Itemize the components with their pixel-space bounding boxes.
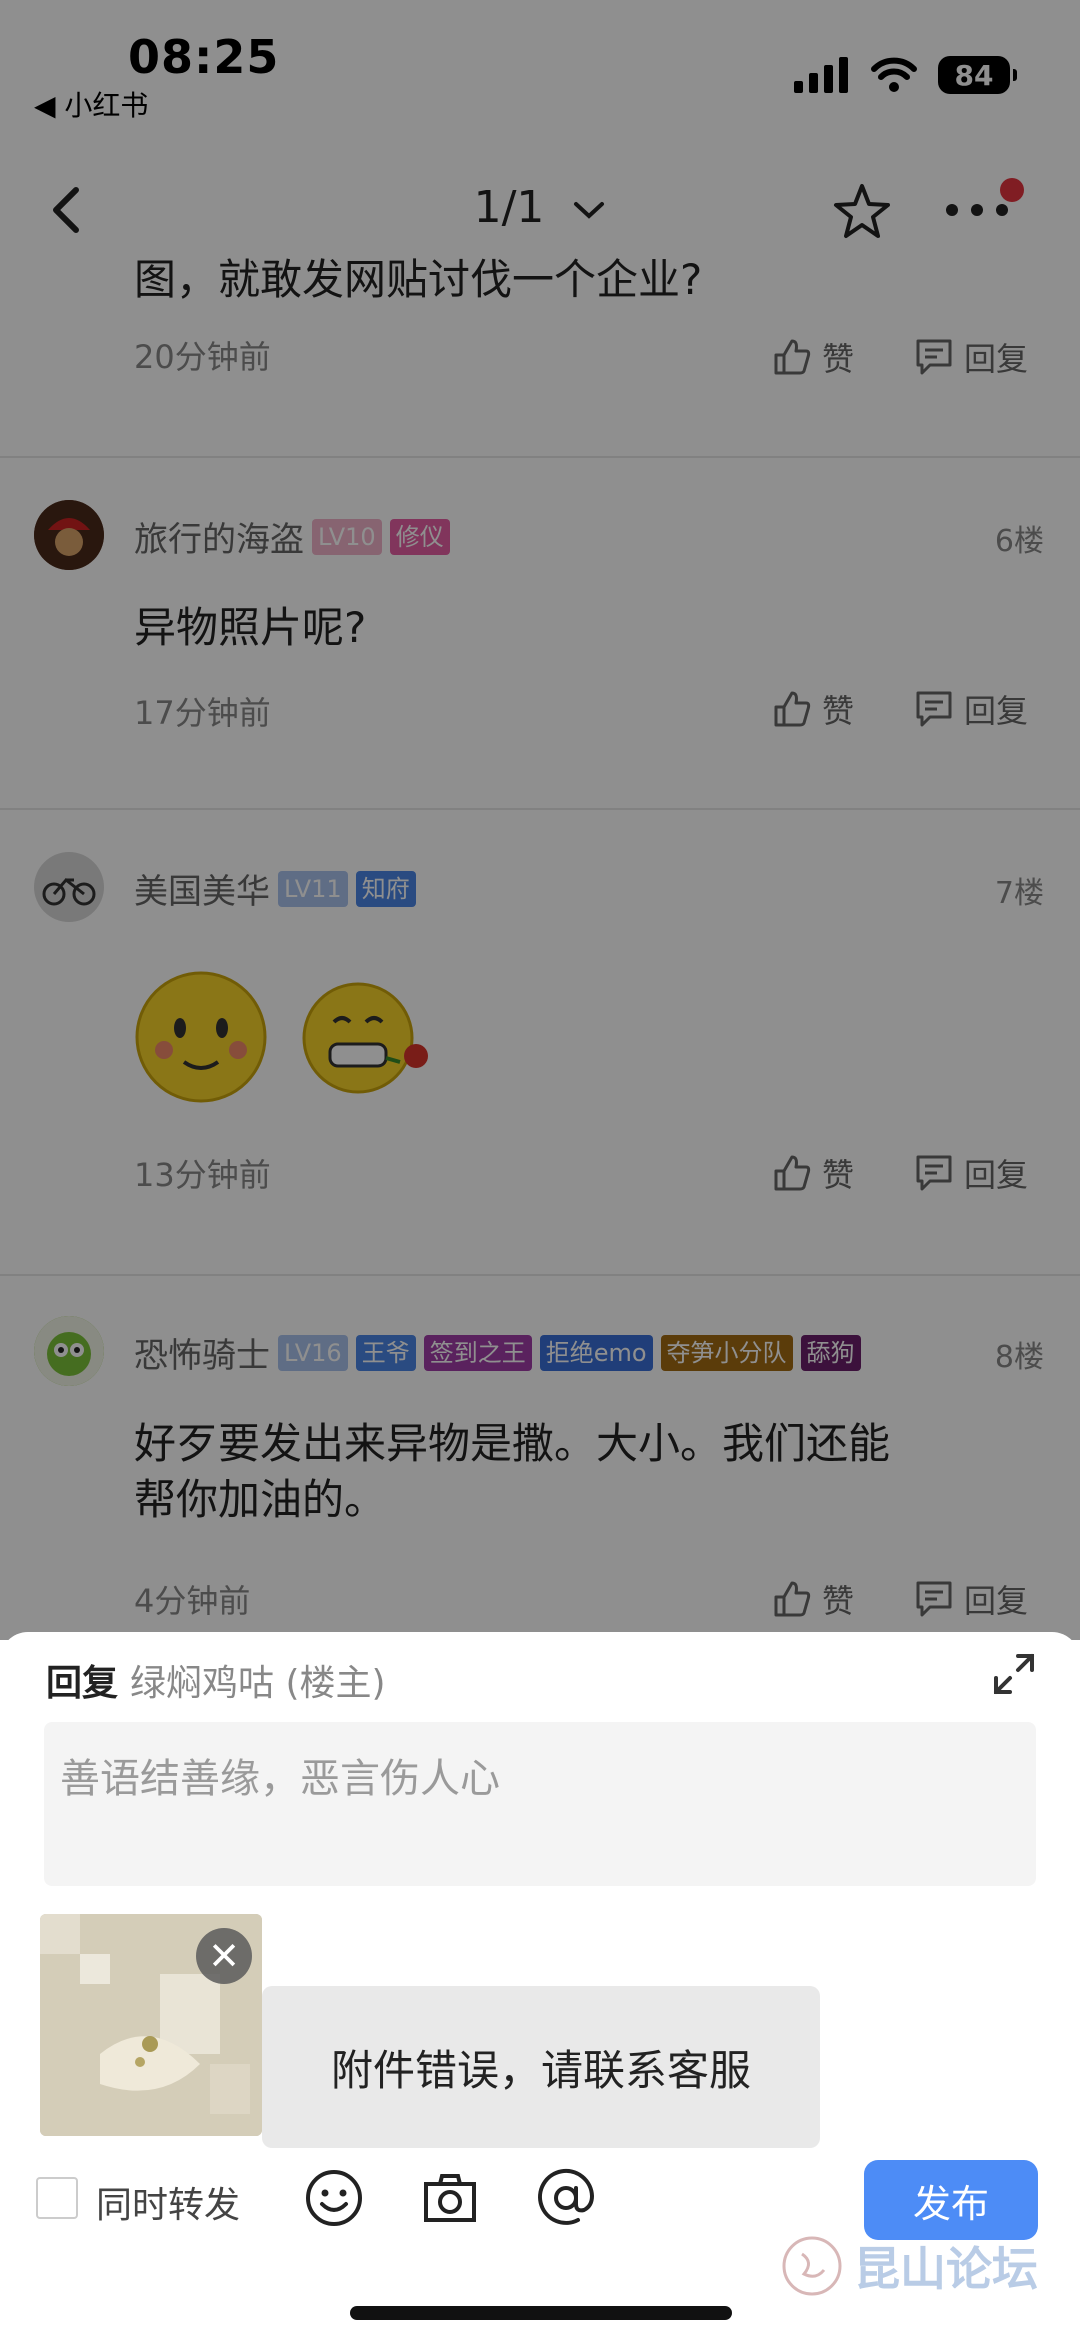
watermark-text: 昆山论坛 [854, 2242, 1038, 2296]
publish-button[interactable]: 发布 [864, 2160, 1038, 2240]
camera-icon[interactable] [418, 2166, 482, 2230]
error-toast: 附件错误，请联系客服 [262, 1986, 820, 2148]
reply-placeholder: 善语结善缘，恶言伤人心 [60, 1756, 500, 1802]
reply-label: 回复 [46, 1663, 119, 1704]
reply-toolbar: 同时转发 发布 [0, 2152, 1080, 2242]
reply-input[interactable]: 善语结善缘，恶言伤人心 [44, 1722, 1036, 1886]
reply-target: 绿焖鸡咕 (楼主) [130, 1663, 386, 1704]
modal-backdrop[interactable] [0, 0, 1080, 1640]
home-indicator[interactable] [350, 2306, 732, 2320]
mention-at-icon[interactable] [534, 2166, 598, 2230]
repost-checkbox[interactable] [36, 2177, 78, 2219]
forum-watermark: 昆山论坛 [780, 2236, 1080, 2296]
repost-label: 同时转发 [96, 2185, 241, 2226]
watermark-logo-icon [782, 2236, 842, 2296]
reply-to-header: 回复 绿焖鸡咕 (楼主) [46, 1654, 386, 1706]
expand-icon[interactable] [990, 1650, 1038, 1698]
remove-attachment-close-icon[interactable]: ✕ [196, 1928, 252, 1984]
emoji-icon[interactable] [302, 2166, 366, 2230]
